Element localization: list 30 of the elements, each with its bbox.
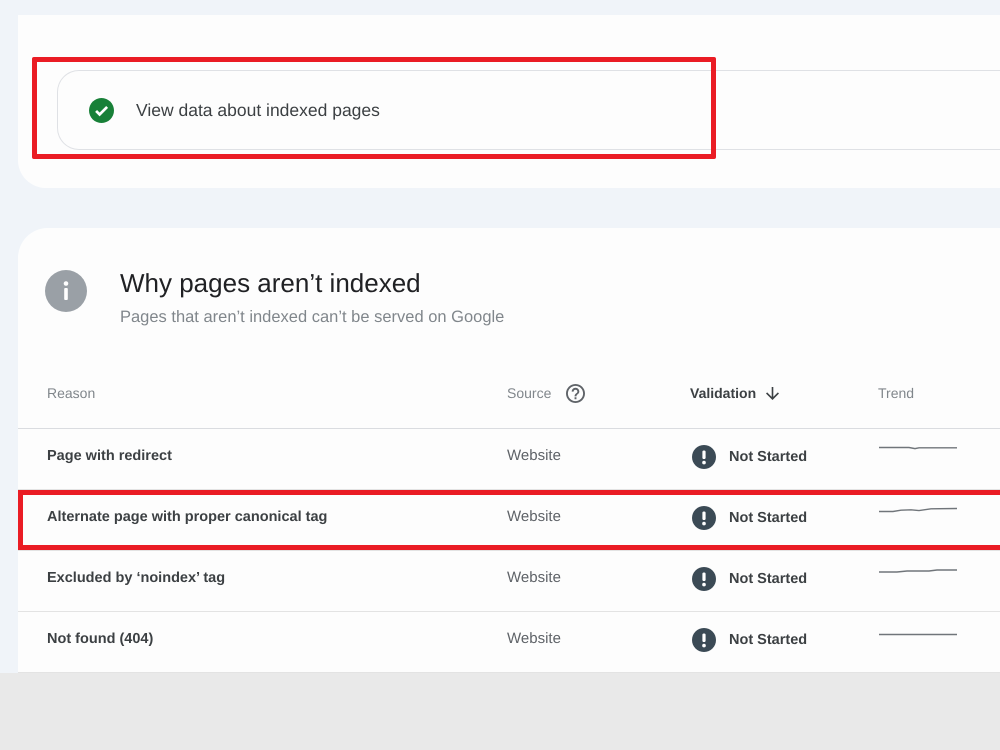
column-header: Source bbox=[507, 384, 552, 403]
validation-status: Not Started bbox=[729, 631, 808, 650]
help-icon[interactable] bbox=[566, 384, 586, 402]
exclamation-icon bbox=[692, 628, 716, 652]
exclamation-icon bbox=[692, 445, 716, 469]
reason-cell-text: Excluded by ‘noindex’ tag bbox=[47, 569, 226, 588]
reason-cell-text: Alternate page with proper canonical tag bbox=[47, 508, 328, 527]
validation-status: Not Started bbox=[729, 509, 808, 528]
info-icon bbox=[45, 270, 87, 312]
table-row[interactable]: Page with redirect Website Not Started bbox=[18, 429, 1000, 490]
indexed-pages-link[interactable]: View data about indexed pages bbox=[57, 70, 1000, 150]
column-header: Trend bbox=[878, 384, 914, 403]
source-cell-text: Website bbox=[507, 446, 561, 466]
validation-status: Not Started bbox=[729, 448, 808, 467]
check-icon bbox=[89, 98, 114, 122]
arrow-down-icon[interactable] bbox=[766, 386, 780, 400]
table-row[interactable]: Alternate page with proper canonical tag Website Not Started bbox=[18, 490, 1000, 551]
source-cell-text: Website bbox=[507, 629, 561, 649]
table-row[interactable]: Excluded by ‘noindex’ tag Website Not Started bbox=[18, 551, 1000, 612]
section-subtitle: Pages that aren’t indexed can’t be served on Google bbox=[120, 307, 504, 328]
exclamation-icon bbox=[692, 567, 716, 591]
validation-status: Not Started bbox=[729, 570, 808, 589]
reason-cell-text: Page with redirect bbox=[47, 447, 172, 466]
source-cell-text: Website bbox=[507, 507, 561, 527]
source-cell-text: Website bbox=[507, 568, 561, 588]
exclamation-icon bbox=[692, 506, 716, 530]
section-title: Why pages aren’t indexed bbox=[120, 268, 422, 298]
column-header: Reason bbox=[47, 384, 96, 403]
reason-cell-text: Not found (404) bbox=[47, 630, 154, 649]
column-header[interactable]: Validation bbox=[690, 383, 756, 403]
